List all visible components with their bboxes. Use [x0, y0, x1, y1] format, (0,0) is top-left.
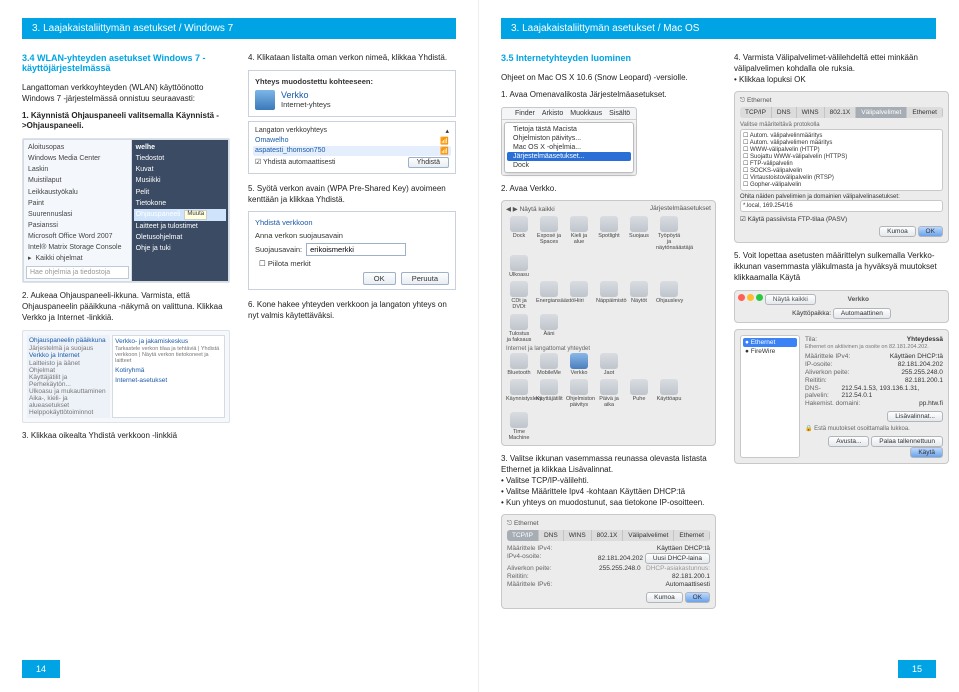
- renew-lease-button[interactable]: Uusi DHCP-laina: [645, 553, 710, 564]
- page-number-right: 15: [898, 660, 936, 678]
- sm-item: Windows Media Center: [26, 153, 129, 164]
- connect-button[interactable]: Yhdistä: [408, 157, 449, 168]
- sm-right: Tietokone: [134, 198, 226, 209]
- sm-right-cp[interactable]: Ohjauspaneeli Muuta: [134, 209, 226, 221]
- section-title-34: 3.4 WLAN-yhteyden asetukset Windows 7 -k…: [22, 53, 230, 73]
- intro-text: Langattoman verkkoyhteyden (WLAN) käyttö…: [22, 83, 230, 105]
- sm-item: Microsoft Office Word 2007: [26, 231, 129, 242]
- proxy-advanced: ⎋ Ethernet TCP/IP DNS WINS 802.1X Välipa…: [734, 91, 949, 243]
- sm-item: Laskin: [26, 164, 129, 175]
- sysprefs-window: ◀ ▶ Näytä kaikki Järjestelmäasetukset Do…: [501, 200, 716, 446]
- rstep-5: 5. Voit lopettaa asetusten määrittelyn s…: [734, 251, 949, 283]
- sm-right: Tiedostot: [134, 153, 226, 164]
- sm-item: Leikkaustyökalu: [26, 187, 129, 198]
- sm-item: Muistilaput: [26, 175, 129, 186]
- tcpip-advanced: ⎋ Ethernet TCP/IP DNS WINS 802.1X Välipa…: [501, 514, 716, 609]
- sm-right: Oletusohjelmat: [134, 232, 226, 243]
- page-number-left: 14: [22, 660, 60, 678]
- network-icon: [255, 90, 275, 110]
- adv-cancel[interactable]: Kumoa: [646, 592, 683, 603]
- logon-dialog: Yhdistä verkkoon Anna verkon suojausavai…: [248, 211, 456, 290]
- apply-button[interactable]: Käytä: [910, 447, 943, 458]
- r-left-col: 3.5 Internetyhteyden luominen Ohjeet on …: [501, 53, 716, 609]
- sm-user: welhe: [134, 142, 226, 153]
- sm-item: Suurennuslasi: [26, 209, 129, 220]
- sysprefs-item[interactable]: Järjestelmäasetukset...: [507, 152, 631, 161]
- start-menu-screenshot: Aloitusopas Windows Media Center Laskin …: [22, 138, 230, 283]
- step-6: 6. Kone hakee yhteyden verkkoon ja langa…: [248, 300, 456, 322]
- sm-item: Intel® Matrix Storage Console: [26, 242, 129, 253]
- wifi-list: Langaton verkkoyhteys▴ Omawelho📶 aspates…: [248, 121, 456, 174]
- control-panel-screenshot: Ohjauspaneelin pääikkuna Järjestelmä ja …: [22, 330, 230, 423]
- sm-item: ▸ Kaikki ohjelmat: [26, 253, 129, 264]
- help-button[interactable]: Avusta...: [828, 436, 869, 447]
- rstep-3: 3. Valitse ikkunan vasemmassa reunassa o…: [501, 454, 716, 508]
- header-left: 3. Laajakaistaliittymän asetukset / Wind…: [22, 18, 456, 39]
- tab-proxy[interactable]: Välipalvelimet: [623, 530, 674, 541]
- step-4: 4. Klikataan listalta oman verkon nimeä,…: [248, 53, 456, 64]
- wifi-row-selected[interactable]: aspatesti_thomson750📶: [253, 146, 451, 156]
- left-col: 3.4 WLAN-yhteyden asetukset Windows 7 -k…: [22, 53, 230, 448]
- right-col: 4. Klikataan listalta oman verkon nimeä,…: [248, 53, 456, 448]
- tab-dns[interactable]: DNS: [539, 530, 564, 541]
- rstep-1: 1. Avaa Omenavalikosta Järjestelmäasetuk…: [501, 90, 716, 101]
- step-3: 3. Klikkaa oikealta Yhdistä verkkoon -li…: [22, 431, 230, 442]
- apple-menu: Finder Arkisto Muokkaus Sisältö Tietoja …: [501, 107, 637, 176]
- tab-wins[interactable]: WINS: [564, 530, 592, 541]
- rstep-4: 4. Varmista Välipalvelimet-välilehdeltä …: [734, 53, 949, 85]
- sm-right: Musiikki: [134, 175, 226, 186]
- rstep-2: 2. Avaa Verkko.: [501, 184, 716, 195]
- network-window-top: Näytä kaikki Verkko Käyttöpaikka: Automa…: [734, 290, 949, 323]
- search-input[interactable]: Hae ohjelmia ja tiedostoja: [26, 266, 129, 279]
- tab-tcpip[interactable]: TCP/IP: [507, 530, 539, 541]
- step-2: 2. Aukeaa Ohjauspaneeli-ikkuna. Varmista…: [22, 291, 230, 323]
- network-pref-icon[interactable]: Verkko: [566, 353, 592, 376]
- subtitle: Ohjeet on Mac OS X 10.6 (Snow Leopard) -…: [501, 73, 716, 84]
- side-ethernet[interactable]: ● Ethernet: [743, 338, 797, 347]
- sm-right: Pelit: [134, 187, 226, 198]
- sm-right: Kuvat: [134, 164, 226, 175]
- step-5: 5. Syötä verkon avain (WPA Pre-Shared Ke…: [248, 184, 456, 206]
- proxy-ok[interactable]: OK: [918, 226, 943, 237]
- page-left: 3. Laajakaistaliittymän asetukset / Wind…: [0, 0, 479, 692]
- side-firewire[interactable]: ● FireWire: [743, 347, 797, 356]
- connection-box: Yhteys muodostettu kohteeseen: Verkko In…: [248, 70, 456, 117]
- tab-eth[interactable]: Ethernet: [674, 530, 710, 541]
- proxy-cancel[interactable]: Kumoa: [879, 226, 916, 237]
- section-title-35: 3.5 Internetyhteyden luominen: [501, 53, 716, 63]
- ok-button[interactable]: OK: [363, 272, 396, 285]
- header-right: 3. Laajakaistaliittymän asetukset / Mac …: [501, 18, 936, 39]
- r-right-col: 4. Varmista Välipalvelimet-välilehdeltä …: [734, 53, 949, 609]
- ethernet-icon: ⎋: [507, 520, 512, 527]
- ethernet-icon: ⎋: [740, 97, 745, 104]
- step-1: 1. Käynnistä Ohjauspaneeli valitsemalla …: [22, 111, 230, 133]
- key-input[interactable]: [306, 243, 406, 256]
- network-window: ● Ethernet ● FireWire Tila:Yhteydessä Et…: [734, 329, 949, 464]
- revert-button[interactable]: Palaa tallennettuun: [871, 436, 943, 447]
- sm-right: Ohje ja tuki: [134, 243, 226, 254]
- page-right: 3. Laajakaistaliittymän asetukset / Mac …: [479, 0, 958, 692]
- cancel-button[interactable]: Peruuta: [401, 272, 449, 285]
- sm-item: Pasianssi: [26, 220, 129, 231]
- adv-ok[interactable]: OK: [685, 592, 710, 603]
- tab-8021x[interactable]: 802.1X: [592, 530, 624, 541]
- sm-right: Laitteet ja tulostimet: [134, 221, 226, 232]
- sm-item: Aloitusopas: [26, 142, 129, 153]
- advanced-button[interactable]: Lisävalinnat...: [887, 411, 943, 422]
- sm-item: Paint: [26, 198, 129, 209]
